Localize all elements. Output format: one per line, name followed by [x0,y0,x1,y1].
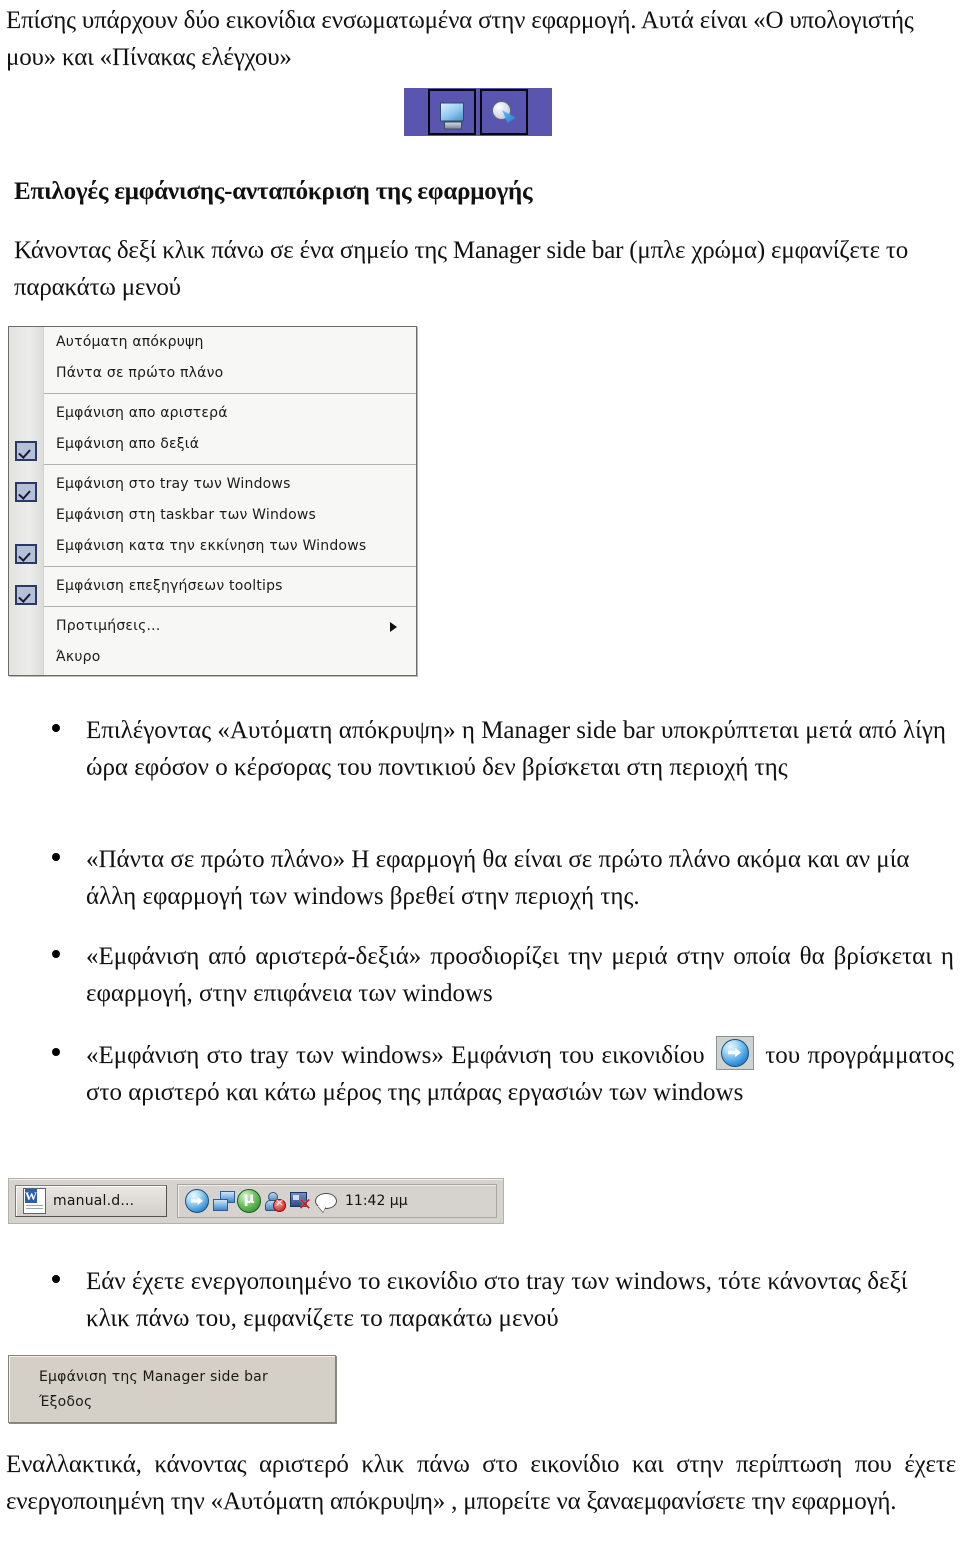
bullet-dot-icon [52,1048,60,1056]
utorrent-icon[interactable] [237,1189,261,1213]
checkbox-show-from-right[interactable] [15,441,37,461]
taskbar-task-button[interactable]: manual.d... [15,1185,167,1217]
list-item-text: «Πάντα σε πρώτο πλάνο» Η εφαρμογή θα είν… [86,846,910,910]
menu-item-show-from-right[interactable]: Εμφάνιση απο δεξιά [44,429,416,460]
windows-taskbar: manual.d... ✕ 11:42 μμ [8,1178,504,1224]
bullet-dot-icon [52,724,60,732]
menu-item-show-in-taskbar[interactable]: Εμφάνιση στη taskbar των Windows [44,500,416,531]
closing-paragraph: Εναλλακτικά, κάνοντας αριστερό κλικ πάνω… [6,1451,956,1515]
menu-separator [44,464,416,465]
menu-checkbox-gutter [9,327,44,675]
tray-menu-item-show-sidebar[interactable]: Εμφάνιση της Manager side bar [39,1365,335,1390]
bullet-dot-icon [52,853,60,861]
checkbox-show-tooltips[interactable] [15,585,37,605]
howto-paragraph: Κάνοντας δεξί κλικ πάνω σε ένα σημείο τη… [14,237,909,301]
list-item: «Πάντα σε πρώτο πλάνο» Η εφαρμογή θα είν… [52,841,958,915]
taskbar-task-label: manual.d... [53,1193,135,1209]
menu-item-auto-hide[interactable]: Αυτόματη απόκρυψη [44,327,416,358]
menu-separator [44,606,416,607]
monitor-disconnected-icon[interactable]: ✕ [289,1190,312,1214]
menu-item-preferences-label: Προτιμήσεις... [56,618,161,634]
section-heading: Επιλογές εμφάνισης-ανταπόκριση της εφαρμ… [14,178,533,205]
bullet-dot-icon [52,950,60,958]
menu-item-show-from-left[interactable]: Εμφάνιση απο αριστερά [44,398,416,429]
tray-menu-item-exit[interactable]: Έξοδος [39,1390,335,1415]
system-tray: ✕ 11:42 μμ [177,1184,497,1218]
intro-paragraph: Επίσης υπάρχουν δύο εικονίδια ενσωματωμέ… [6,7,914,71]
my-computer-icon [428,89,476,135]
document-page: Επίσης υπάρχουν δύο εικονίδια ενσωματωμέ… [0,0,960,1549]
list-item: «Εμφάνιση από αριστερά-δεξιά» προσδιορίζ… [52,938,954,1012]
checkbox-show-in-tray[interactable] [15,482,37,502]
list-item-text: Εάν έχετε ενεργοποιημένο το εικονίδιο στ… [86,1268,908,1332]
list-item-text: Επιλέγοντας «Αυτόματη απόκρυψη» η Manage… [86,717,946,781]
network-connections-icon[interactable] [212,1190,235,1212]
embedded-icons-strip [404,88,552,136]
checkbox-show-at-startup[interactable] [15,544,37,564]
menu-item-preferences[interactable]: Προτιμήσεις... [44,611,416,642]
control-panel-icon [480,89,528,135]
menu-separator [44,393,416,394]
tray-context-menu[interactable]: Εμφάνιση της Manager side bar Έξοδος [8,1355,336,1423]
list-item: Επιλέγοντας «Αυτόματη απόκρυψη» η Manage… [52,712,958,786]
menu-item-show-at-startup[interactable]: Εμφάνιση κατα την εκκίνηση των Windows [44,531,416,562]
list-item-text-before-icon: «Εμφάνιση στο tray των windows» Εμφάνιση… [86,1042,705,1069]
message-bubble-icon[interactable] [314,1190,337,1212]
menu-item-cancel[interactable]: Άκυρο [44,642,416,673]
list-item: «Εμφάνιση στο tray των windows» Εμφάνιση… [52,1036,954,1111]
menu-item-show-tooltips[interactable]: Εμφάνιση επεξηγήσεων tooltips [44,571,416,602]
menu-item-show-in-tray[interactable]: Εμφάνιση στο tray των Windows [44,469,416,500]
menu-items-list: Αυτόματη απόκρυψη Πάντα σε πρώτο πλάνο Ε… [44,327,416,675]
manager-sidebar-icon [715,1036,754,1070]
bullet-dot-icon [52,1275,60,1283]
chevron-right-icon [390,622,397,632]
menu-item-always-on-top[interactable]: Πάντα σε πρώτο πλάνο [44,358,416,389]
user-accounts-icon[interactable] [264,1190,286,1212]
menu-separator [44,566,416,567]
word-document-icon [23,1188,46,1214]
list-item-text: «Εμφάνιση από αριστερά-δεξιά» προσδιορίζ… [86,943,954,1007]
list-item: Εάν έχετε ενεργοποιημένο το εικονίδιο στ… [52,1263,954,1337]
tray-clock[interactable]: 11:42 μμ [345,1193,408,1209]
sidebar-context-menu[interactable]: Αυτόματη απόκρυψη Πάντα σε πρώτο πλάνο Ε… [8,326,417,676]
manager-sidebar-icon[interactable] [185,1189,209,1213]
